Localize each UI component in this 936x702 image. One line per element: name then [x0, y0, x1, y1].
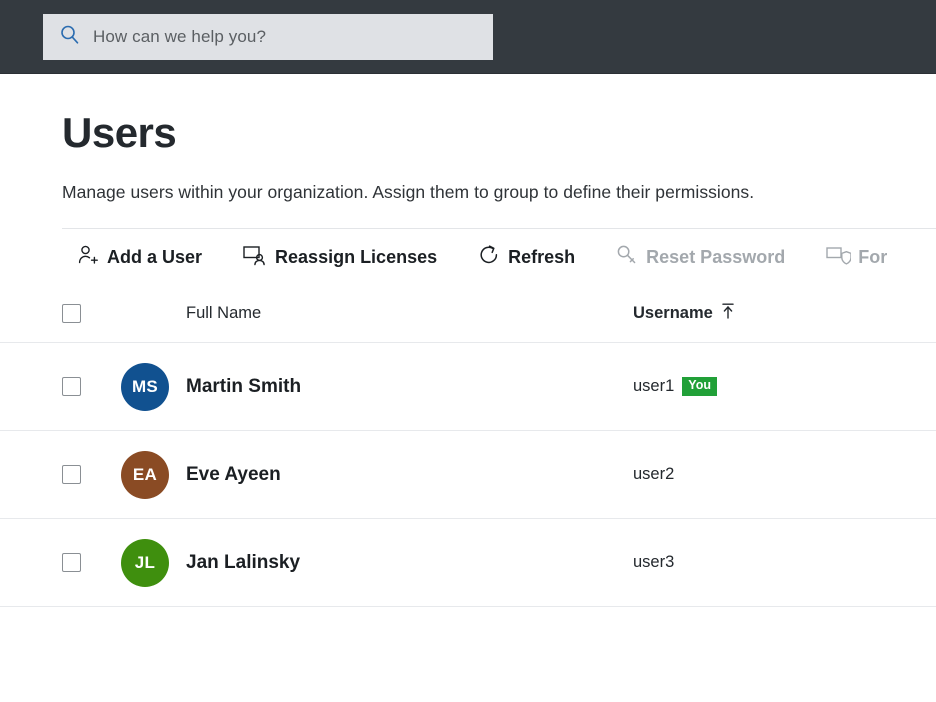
reset-password-button[interactable]: Reset Password: [615, 243, 785, 272]
refresh-icon: [477, 243, 501, 272]
refresh-button[interactable]: Refresh: [477, 243, 575, 272]
username-header-label-wrap: Username: [633, 302, 736, 325]
person-add-icon: [76, 243, 100, 272]
add-a-user-label: Add a User: [107, 246, 203, 267]
force-label: For: [858, 246, 888, 267]
row-checkbox[interactable]: [62, 377, 81, 396]
username-text: user1: [633, 377, 675, 395]
status-badge: You: [682, 377, 717, 396]
table-row[interactable]: JL Jan Lalinsky user3: [0, 519, 936, 607]
row-select-cell: [62, 465, 121, 484]
command-toolbar: Add a User Reassign Licenses Refresh Res…: [0, 229, 936, 285]
row-select-cell: [62, 553, 121, 572]
add-a-user-button[interactable]: Add a User: [76, 243, 202, 272]
table-body: MS Martin Smith user1 You EA Eve Ayeen user2 JL…: [0, 343, 936, 607]
full-name-text: Eve Ayeen: [186, 463, 281, 485]
top-header-bar: How can we help you?: [0, 0, 936, 74]
reassign-licenses-button[interactable]: Reassign Licenses: [242, 243, 437, 272]
force-button[interactable]: For: [825, 243, 887, 272]
username-text: user3: [633, 553, 675, 571]
reset-password-label: Reset Password: [646, 246, 786, 267]
page-content: Users Manage users within your organizat…: [0, 74, 936, 607]
username-header-cell[interactable]: Username: [633, 302, 936, 325]
sort-ascending-icon: [720, 302, 736, 325]
select-all-cell: [62, 304, 121, 323]
username-cell: user3: [633, 553, 936, 572]
table-header-row: Full Name Username: [0, 285, 936, 343]
full-name-text: Jan Lalinsky: [186, 551, 301, 573]
full-name-text: Martin Smith: [186, 375, 302, 397]
avatar-cell: JL: [121, 538, 186, 587]
monitor-shield-icon: [825, 243, 852, 272]
search-box[interactable]: How can we help you?: [43, 14, 493, 60]
page-title: Users: [62, 109, 177, 156]
search-input[interactable]: How can we help you?: [93, 27, 266, 47]
avatar: EA: [121, 450, 169, 499]
username-header-label: Username: [633, 304, 713, 322]
full-name-cell: Eve Ayeen: [186, 464, 633, 486]
row-select-cell: [62, 377, 121, 396]
refresh-label: Refresh: [508, 246, 576, 267]
username-cell: user1 You: [633, 377, 936, 396]
table-row[interactable]: EA Eve Ayeen user2: [0, 431, 936, 519]
select-all-checkbox[interactable]: [62, 304, 81, 323]
username-text: user2: [633, 465, 675, 483]
full-name-header-cell[interactable]: Full Name: [186, 304, 633, 323]
table-row[interactable]: MS Martin Smith user1 You: [0, 343, 936, 431]
full-name-cell: Jan Lalinsky: [186, 552, 633, 574]
row-checkbox[interactable]: [62, 465, 81, 484]
username-cell: user2: [633, 465, 936, 484]
key-icon: [615, 243, 639, 272]
avatar-cell: MS: [121, 362, 186, 411]
row-checkbox[interactable]: [62, 553, 81, 572]
avatar: JL: [121, 538, 169, 587]
monitor-person-icon: [242, 243, 268, 272]
search-icon: [59, 24, 81, 51]
avatar-cell: EA: [121, 450, 186, 499]
avatar: MS: [121, 362, 169, 411]
full-name-header-label: Full Name: [186, 304, 262, 322]
page-description: Manage users within your organization. A…: [62, 182, 755, 202]
full-name-cell: Martin Smith: [186, 376, 633, 398]
users-table: Full Name Username MS Martin Smith user1 Yo…: [0, 285, 936, 607]
reassign-licenses-label: Reassign Licenses: [275, 246, 438, 267]
